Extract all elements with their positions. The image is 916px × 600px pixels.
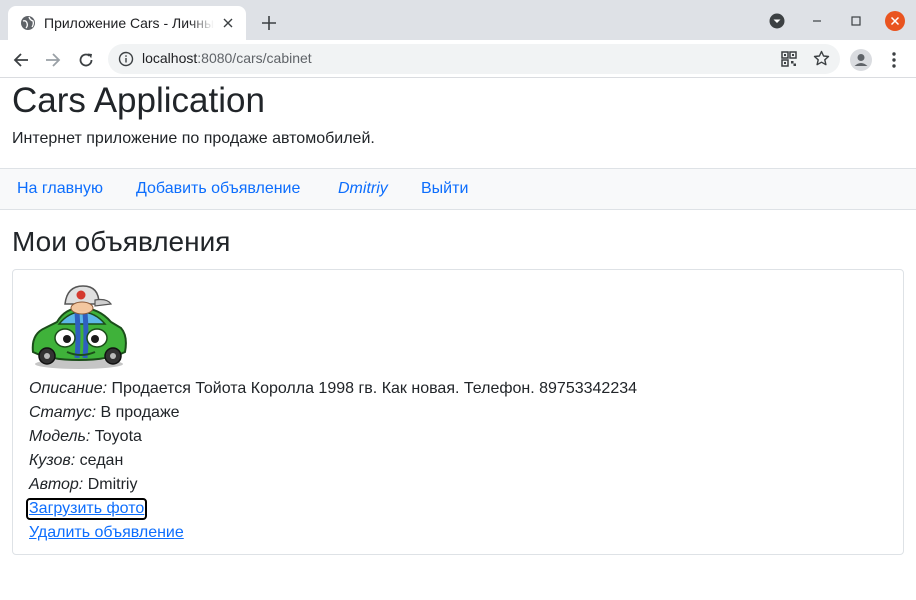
url-path: :8080/cars/cabinet xyxy=(197,50,312,66)
url-text[interactable]: localhost:8080/cars/cabinet xyxy=(142,50,312,66)
menu-kebab-icon[interactable] xyxy=(881,47,907,73)
listing-author: Автор: Dmitriy xyxy=(29,476,137,494)
globe-icon xyxy=(20,15,36,31)
browser-toolbar: localhost:8080/cars/cabinet xyxy=(0,40,916,78)
author-value: Dmitriy xyxy=(87,476,138,493)
listing-description: Описание: Продается Тойота Королла 1998 … xyxy=(29,380,637,398)
reload-icon[interactable] xyxy=(73,47,99,73)
listing-body-type: Кузов: седан xyxy=(29,452,123,470)
back-arrow-icon[interactable] xyxy=(8,47,34,73)
car-photo xyxy=(31,285,127,369)
close-icon[interactable] xyxy=(220,15,236,31)
section-title: Мои объявления xyxy=(12,226,231,257)
window-close-icon[interactable] xyxy=(884,10,906,32)
model-label: Модель: xyxy=(29,428,91,445)
upload-photo-link[interactable]: Загрузить фото xyxy=(25,498,148,520)
listing-card: Описание: Продается Тойота Королла 1998 … xyxy=(12,269,904,555)
delete-listing-link[interactable]: Удалить объявление xyxy=(29,524,184,542)
author-label: Автор: xyxy=(29,476,84,493)
maximize-icon[interactable] xyxy=(845,10,867,32)
app-title: Cars Application xyxy=(12,81,265,120)
status-value: В продаже xyxy=(100,404,180,421)
new-tab-button[interactable] xyxy=(258,12,280,34)
app-subtitle: Интернет приложение по продаже автомобил… xyxy=(12,130,375,147)
body-value: седан xyxy=(79,452,124,469)
address-bar[interactable]: localhost:8080/cars/cabinet xyxy=(108,44,840,74)
body-label: Кузов: xyxy=(29,452,76,469)
listing-model: Модель: Toyota xyxy=(29,428,142,446)
navbar: На главную Добавить объявление Dmitriy В… xyxy=(0,168,916,210)
description-label: Описание: xyxy=(29,380,108,397)
tab-search-icon[interactable] xyxy=(766,10,788,32)
star-bookmark-icon[interactable] xyxy=(813,50,830,67)
nav-user-link[interactable]: Dmitriy xyxy=(338,180,388,198)
browser-tab[interactable]: Приложение Cars - Личный кабинет xyxy=(8,6,246,40)
minimize-icon[interactable] xyxy=(806,10,828,32)
listing-status: Статус: В продаже xyxy=(29,404,180,422)
tab-title: Приложение Cars - Личный кабинет xyxy=(44,15,214,31)
info-icon[interactable] xyxy=(118,51,134,67)
description-value: Продается Тойота Королла 1998 гв. Как но… xyxy=(111,380,638,397)
url-host: localhost xyxy=(142,50,198,66)
model-value: Toyota xyxy=(94,428,142,445)
browser-tabstrip: Приложение Cars - Личный кабинет xyxy=(0,0,916,40)
nav-add-listing-link[interactable]: Добавить объявление xyxy=(136,180,300,198)
profile-avatar-icon[interactable] xyxy=(848,47,874,73)
page-content: Cars Application Интернет приложение по … xyxy=(0,78,916,600)
qr-code-icon[interactable] xyxy=(781,51,797,67)
status-label: Статус: xyxy=(29,404,97,421)
nav-home-link[interactable]: На главную xyxy=(17,180,103,198)
forward-arrow-icon[interactable] xyxy=(40,47,66,73)
nav-logout-link[interactable]: Выйти xyxy=(421,180,468,198)
